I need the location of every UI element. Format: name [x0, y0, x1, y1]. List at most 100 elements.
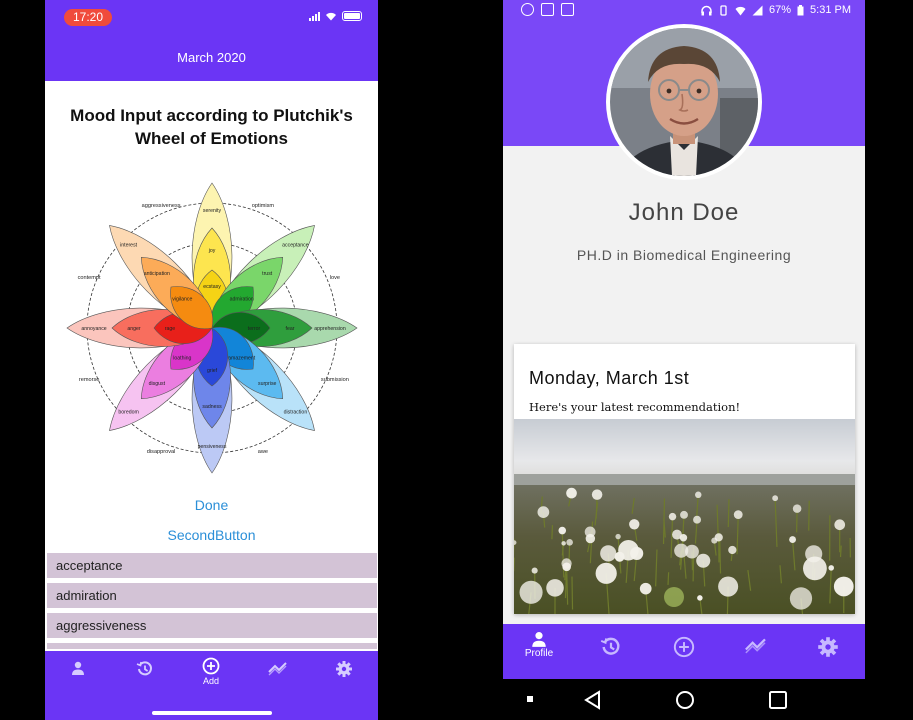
- wheel-outer-label-love: love: [330, 275, 340, 281]
- tab-add[interactable]: [664, 636, 704, 658]
- wheel-outer-label-remorse: remorse: [79, 377, 100, 383]
- recommendation-card[interactable]: Monday, March 1st Here's your latest rec…: [514, 344, 855, 614]
- wheel-label-pensiveness: pensiveness: [198, 444, 227, 450]
- ios-tab-bar: Add: [45, 651, 378, 720]
- wheel-label-acceptance: acceptance: [282, 243, 309, 249]
- wheel-label-distraction: distraction: [284, 409, 308, 415]
- card-date: Monday, March 1st: [529, 368, 690, 388]
- wheel-label-annoyance: annoyance: [81, 326, 106, 332]
- dandelion-field-image: [514, 419, 855, 614]
- wifi-icon: [735, 6, 746, 15]
- profile-photo: [610, 28, 758, 176]
- signal-icon: [752, 5, 763, 15]
- tab-history[interactable]: [125, 660, 165, 678]
- gear-icon: [818, 637, 838, 657]
- gear-icon: [336, 661, 352, 677]
- wheel-label-fear: fear: [286, 326, 295, 332]
- ios-phone-screen: 17:20 March 2020 Mood Input according to…: [45, 0, 378, 720]
- wheel-label-anticipation: anticipation: [144, 271, 170, 277]
- video-icon: [561, 3, 574, 16]
- wheel-outer-label-aggressiveness: aggressiveness: [142, 203, 181, 209]
- tab-settings[interactable]: [324, 660, 364, 678]
- android-nav-bar: [503, 679, 865, 720]
- wheel-label-ecstasy: ecstasy: [203, 284, 221, 290]
- back-icon[interactable]: [583, 690, 603, 710]
- list-item-partial[interactable]: [47, 643, 377, 649]
- status-time: 5:31 PM: [810, 4, 851, 16]
- wheel-outer-label-contempt: contempt: [78, 275, 101, 281]
- list-item-acceptance[interactable]: acceptance: [47, 553, 377, 578]
- recents-icon[interactable]: [768, 690, 788, 710]
- wheel-label-serenity: serenity: [203, 208, 222, 214]
- add-circle-icon: [202, 657, 220, 675]
- wheel-outer-label-awe: awe: [258, 449, 268, 455]
- wheel-label-joy: joy: [208, 248, 216, 254]
- wheel-label-anger: anger: [127, 326, 141, 332]
- card-subtitle: Here's your latest recommendation!: [529, 400, 741, 414]
- status-time: 17:20: [64, 9, 112, 26]
- wheel-label-loathing: loathing: [173, 356, 191, 362]
- wheel-label-grief: grief: [207, 368, 218, 374]
- navigation-app-icon: [521, 3, 534, 16]
- signal-icon: [309, 11, 320, 21]
- wheel-label-rage: rage: [165, 326, 175, 332]
- battery-icon: [342, 11, 362, 21]
- second-button[interactable]: SecondButton: [45, 527, 378, 543]
- wheel-label-trust: trust: [262, 271, 273, 277]
- wheel-label-sadness: sadness: [202, 404, 222, 410]
- android-phone-screen: 67% 5:31 PM John Doe PH.D in Biomedical …: [503, 0, 865, 720]
- tab-settings[interactable]: [808, 636, 848, 658]
- plutchik-wheel[interactable]: serenity joy ecstasy acceptance trust admirat…: [57, 178, 367, 478]
- ios-status-bar: 17:20: [45, 0, 378, 34]
- wheel-label-boredom: boredom: [118, 409, 138, 415]
- add-circle-icon: [673, 636, 695, 658]
- wheel-outer-label-optimism: optimism: [252, 203, 275, 209]
- screenshot-stage: 17:20 March 2020 Mood Input according to…: [0, 0, 913, 720]
- status-icons: [309, 11, 362, 21]
- status-system-icons: 67% 5:31 PM: [701, 4, 851, 16]
- wheel-label-surprise: surprise: [258, 381, 277, 387]
- android-status-bar: 67% 5:31 PM: [503, 0, 865, 22]
- profile-degree: PH.D in Biomedical Engineering: [576, 247, 792, 263]
- home-indicator[interactable]: [152, 711, 272, 715]
- android-tab-bar: Profile: [503, 624, 865, 679]
- trend-icon: [268, 662, 287, 676]
- mail-icon: [541, 3, 554, 16]
- tab-add[interactable]: Add: [191, 657, 231, 686]
- emotion-list: acceptance admiration aggressiveness: [47, 553, 377, 654]
- list-item-aggressiveness[interactable]: aggressiveness: [47, 613, 377, 638]
- tab-profile-label: Profile: [524, 648, 554, 659]
- home-icon[interactable]: [675, 690, 695, 710]
- trend-icon: [745, 638, 766, 654]
- person-icon: [532, 632, 546, 647]
- wheel-label-amazement: amazement: [228, 356, 256, 362]
- profile-name: John Doe: [628, 199, 740, 226]
- history-icon: [136, 661, 152, 676]
- battery-percent: 67%: [769, 4, 792, 16]
- wheel-label-vigilance: vigilance: [172, 296, 192, 302]
- mood-input-title: Mood Input according to Plutchik's Wheel…: [70, 106, 353, 148]
- month-header: March 2020: [45, 34, 378, 81]
- headphones-icon: [701, 5, 712, 15]
- vibrate-icon: [720, 4, 727, 16]
- list-item-admiration[interactable]: admiration: [47, 583, 377, 608]
- history-icon: [600, 637, 620, 655]
- wheel-outer-label-disapproval: disapproval: [147, 449, 176, 455]
- done-button[interactable]: Done: [45, 497, 378, 513]
- tab-add-label: Add: [202, 676, 219, 686]
- wheel-label-terror: terror: [248, 326, 261, 332]
- menu-dot-icon[interactable]: [527, 696, 533, 702]
- tab-trends[interactable]: [258, 660, 298, 676]
- wheel-label-apprehension: apprehension: [314, 326, 346, 332]
- tab-profile[interactable]: Profile: [519, 630, 559, 659]
- tab-trends[interactable]: [736, 636, 776, 654]
- wheel-label-admiration: admiration: [230, 296, 254, 302]
- battery-icon: [797, 4, 804, 15]
- tab-profile[interactable]: [58, 660, 98, 676]
- tab-history[interactable]: [591, 636, 631, 658]
- person-icon: [72, 661, 84, 675]
- wheel-label-disgust: disgust: [149, 381, 166, 387]
- avatar[interactable]: [606, 24, 762, 180]
- wheel-outer-label-submission: submission: [321, 377, 349, 383]
- status-notification-icons: [521, 3, 574, 16]
